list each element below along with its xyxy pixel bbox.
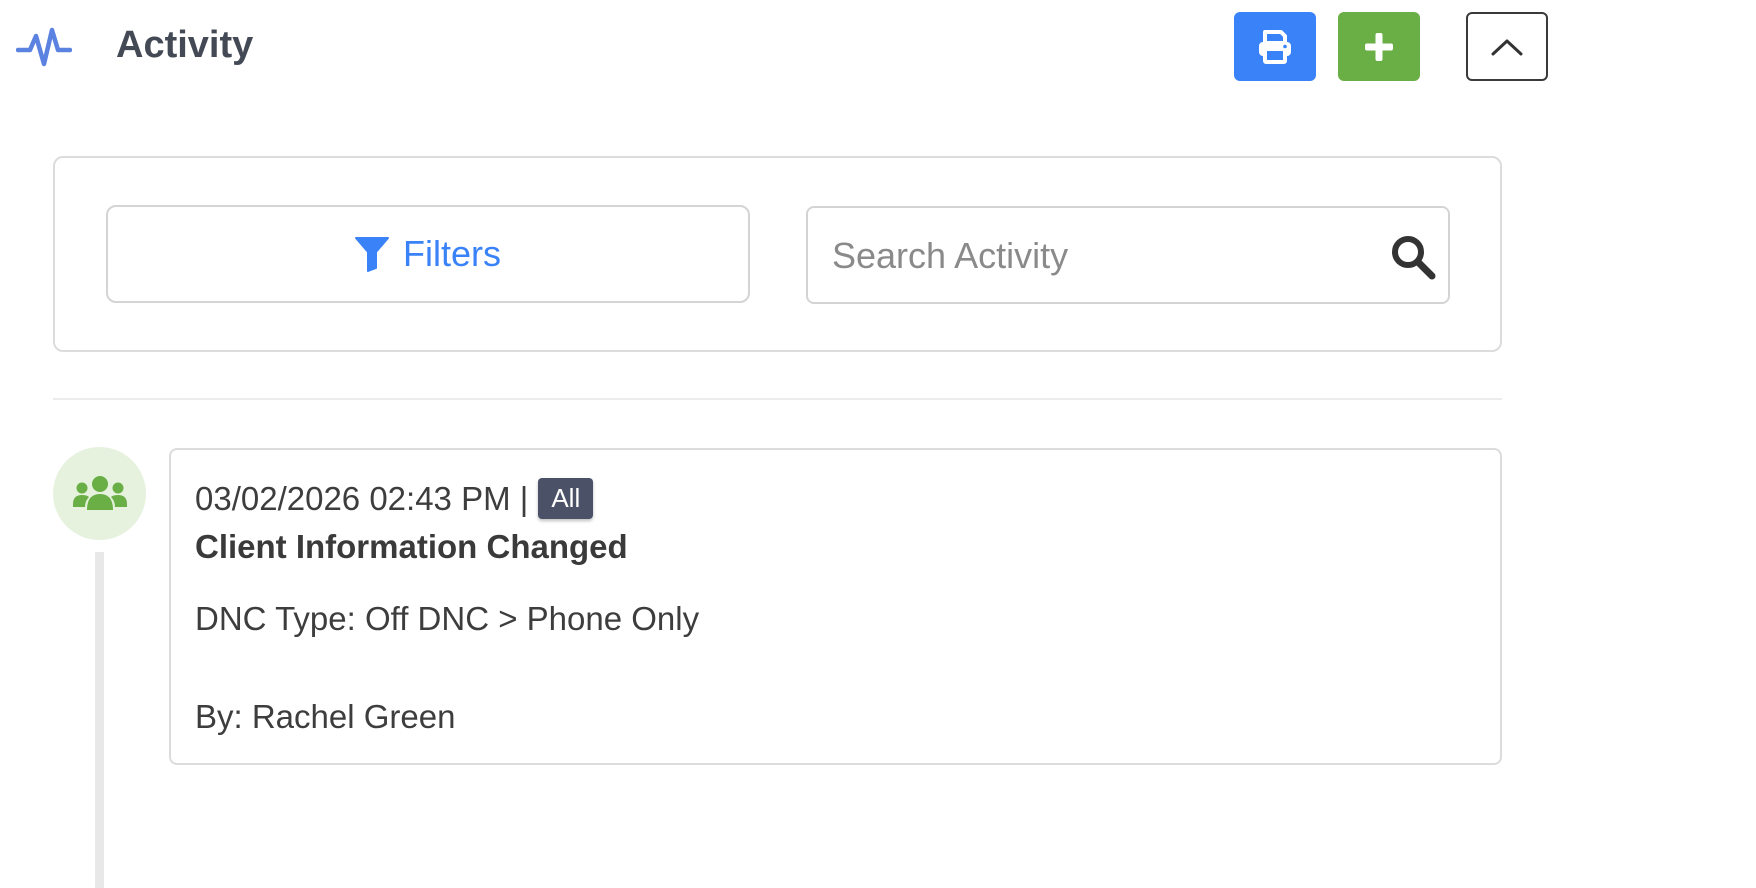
print-button[interactable] [1234,12,1316,81]
users-group-icon [72,475,127,510]
collapse-button[interactable] [1466,12,1548,81]
plus-icon [1365,32,1393,61]
divider [53,398,1502,400]
filter-funnel-icon [355,237,389,272]
filters-button[interactable]: Filters [106,205,750,303]
chevron-up-icon [1491,39,1523,55]
magnifier-icon[interactable] [1390,234,1436,280]
activity-author: By: Rachel Green [195,698,456,735]
activity-type-avatar [53,447,146,540]
visibility-badge: All [538,478,594,519]
activity-card: 03/02/2026 02:43 PM | All Client Informa… [169,448,1502,765]
add-activity-button[interactable] [1338,12,1420,81]
printer-icon [1259,29,1291,64]
activity-meta: 03/02/2026 02:43 PM | All [195,478,594,519]
activity-detail: DNC Type: Off DNC > Phone Only [195,600,700,637]
activity-panel: Activity Filters Search Activity 03/02/2… [0,0,1756,888]
filter-panel: Filters [53,156,1502,352]
activity-title: Client Information Changed [195,528,628,565]
page-title: Activity [116,24,254,66]
timeline-line [95,552,104,888]
activity-pulse-icon [16,27,72,67]
search-input[interactable] [832,226,1372,286]
search-box [806,206,1450,304]
filters-label: Filters [403,233,501,274]
activity-timestamp: 03/02/2026 02:43 PM | [195,479,529,517]
